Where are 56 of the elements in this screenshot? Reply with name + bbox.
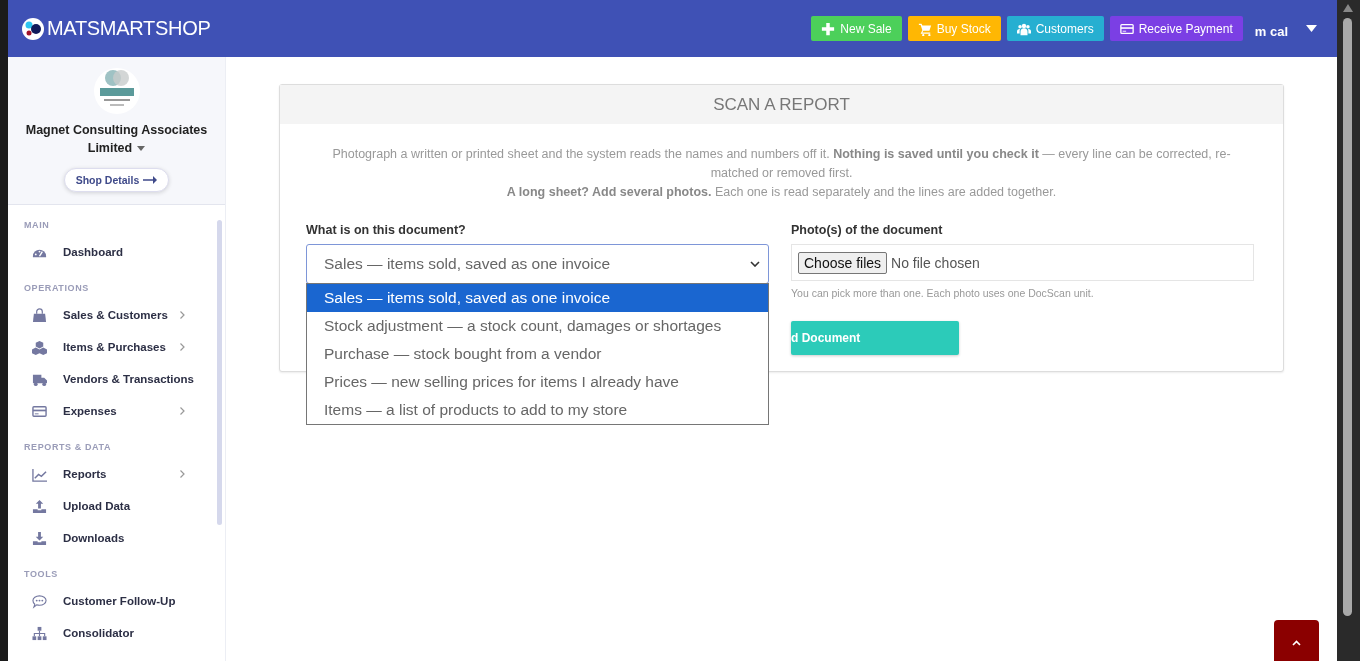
users-icon — [1016, 21, 1031, 36]
sidebar-item[interactable]: Sales & Customers — [8, 299, 225, 331]
sidebar-item[interactable]: Upload Data — [8, 490, 225, 522]
sidebar-item[interactable]: Items & Purchases — [8, 331, 225, 363]
chevron-icon — [180, 407, 185, 415]
brand-name: MATSMARTSHOP — [47, 17, 211, 40]
dropdown-option[interactable]: Prices — new selling prices for items I already have — [307, 368, 768, 396]
section-heading: REPORTS & DATA — [23, 441, 113, 454]
sitemap-icon — [32, 625, 47, 641]
caret-icon[interactable] — [137, 146, 146, 152]
bag-icon — [32, 307, 47, 323]
field-label: Photo(s) of the document — [791, 223, 944, 237]
shop-name[interactable]: Magnet Consulting Associates Limited — [21, 121, 212, 157]
chevron-icon — [180, 311, 185, 319]
dropdown-option[interactable]: Purchase — stock bought from a vendor — [307, 340, 768, 368]
sidebar-item[interactable]: Consolidator — [8, 617, 225, 649]
chart-icon — [32, 466, 47, 482]
intro-text: A long sheet? Add several photos. Each one is read separately and the lines are added together. — [505, 184, 1058, 201]
section-heading: MAIN — [23, 219, 51, 232]
dropdown-option[interactable]: Stock adjustment — a stock count, damages or shortages — [307, 312, 768, 340]
sidebar-item[interactable]: Expenses — [8, 395, 225, 427]
section-heading: OPERATIONS — [23, 282, 90, 295]
boxes-icon — [32, 339, 47, 355]
plus-icon — [821, 21, 836, 36]
intro-text: Photograph a written or printed sheet and the system reads the names and numbers off it. Nothing is saved until you check it — every line can be corrected, re-matched or removed first. — [331, 146, 1232, 182]
upload-icon — [32, 498, 47, 514]
chevron-icon — [750, 261, 760, 267]
dropdown-option[interactable]: Items — a list of products to add to my store — [307, 396, 768, 424]
file-input[interactable]: Choose files No file chosen — [791, 244, 1254, 281]
cart-icon — [917, 21, 932, 36]
user-name[interactable]: m cal — [1254, 24, 1288, 39]
card-icon — [32, 403, 47, 419]
field-label: What is on this document? — [306, 223, 467, 237]
sidebar-item[interactable]: Downloads — [8, 522, 225, 554]
scrollbar[interactable] — [1337, 0, 1360, 661]
card-icon — [1119, 21, 1134, 36]
card-title: SCAN A REPORT — [280, 85, 1283, 124]
scrollbar[interactable] — [217, 220, 222, 525]
hint-text: You can pick more than one. Each photo uses one DocScan unit. — [791, 287, 1095, 299]
chevron-icon — [180, 343, 185, 351]
chevron-up-icon — [1292, 639, 1301, 646]
download-icon — [32, 530, 47, 546]
shop-details-button[interactable]: Shop Details — [63, 168, 170, 192]
sidebar-item[interactable]: Reports — [8, 458, 225, 490]
sidebar-item[interactable]: Customer Follow-Up — [8, 585, 225, 617]
arrow-up-icon[interactable] — [1343, 4, 1353, 12]
chevron-icon — [180, 470, 185, 478]
sidebar-item[interactable]: Vendors & Transactions — [8, 363, 225, 395]
arrow-icon — [143, 176, 158, 184]
sidebar-item[interactable]: Dashboard — [8, 236, 225, 268]
header-button[interactable]: Receive Payment — [1109, 16, 1243, 41]
chat-icon — [32, 593, 47, 609]
caret-icon[interactable] — [1306, 25, 1317, 32]
dropdown-option[interactable]: Sales — items sold, saved as one invoice — [307, 284, 768, 312]
section-heading: TOOLS — [23, 568, 59, 581]
logo-icon — [22, 17, 44, 40]
